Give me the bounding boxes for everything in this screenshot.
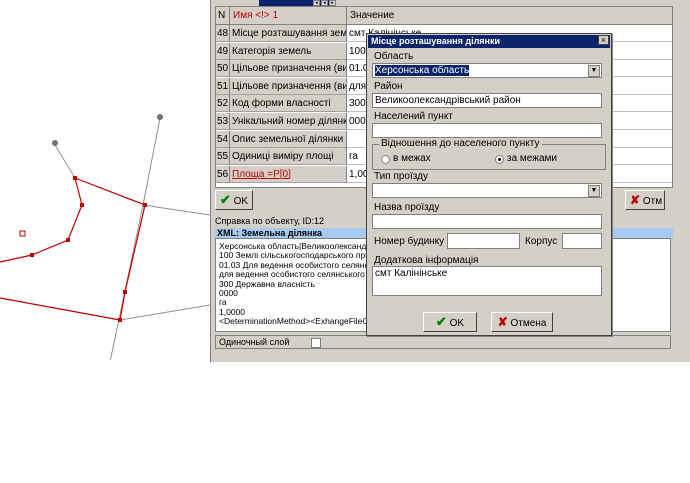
row-name: Категорія земель xyxy=(230,42,347,60)
passage-type-select[interactable]: ▼ xyxy=(372,183,602,198)
check-icon: ✔ xyxy=(219,192,231,207)
radio-inside-label[interactable]: в межах xyxy=(393,153,431,164)
grid-cancel-label: Отм xyxy=(642,196,663,207)
row-name: Площа =P[0] xyxy=(230,165,347,183)
cross-icon: ✘ xyxy=(497,315,508,329)
row-name: Одиниці виміру площі xyxy=(230,148,347,166)
extra-info-field[interactable]: смт Калінінське xyxy=(372,266,602,296)
oblast-value: Херсонська область xyxy=(375,65,470,76)
grid-header-value[interactable]: Значение xyxy=(347,7,672,25)
building-label: Корпус xyxy=(525,236,558,247)
grid-header-name[interactable]: Имя <!> 1 xyxy=(230,7,347,25)
row-name: Унікальний номер ділянк xyxy=(230,113,347,130)
layer-label: Одиночный слой xyxy=(219,337,290,347)
radio-outside-label[interactable]: за межами xyxy=(507,153,557,164)
relation-label: Відношення до населеного пункту xyxy=(379,138,542,149)
parcel-vertex-icon[interactable] xyxy=(19,230,26,237)
oblast-select[interactable]: Херсонська область ▼ xyxy=(372,63,602,78)
oblast-label: Область xyxy=(374,51,414,62)
row-name: Цільове призначення (вик xyxy=(230,60,347,78)
dialog-cancel-label: Отмена xyxy=(510,318,547,329)
dialog-ok-button[interactable]: ✔ OK xyxy=(423,312,477,332)
close-icon[interactable]: × xyxy=(598,35,609,45)
parcel-boundary xyxy=(0,177,146,321)
location-dialog: Місце розташування ділянки × Область Хер… xyxy=(366,33,612,336)
house-number-label: Номер будинку xyxy=(374,236,445,247)
check-icon: ✔ xyxy=(435,314,447,329)
cross-icon: ✘ xyxy=(630,193,641,207)
row-name: Цільове призначення (вик xyxy=(230,77,347,95)
layer-checkbox[interactable] xyxy=(311,338,321,348)
dialog-cancel-button[interactable]: ✘ Отмена xyxy=(491,312,553,332)
road-endpoints xyxy=(52,114,163,146)
row-number: 55 xyxy=(216,148,230,166)
row-number: 56 xyxy=(216,165,230,183)
layer-bar: Одиночный слой xyxy=(215,335,671,349)
extra-info-label: Додаткова інформація xyxy=(374,255,479,266)
radio-outside[interactable] xyxy=(495,155,504,164)
building-field[interactable] xyxy=(562,233,602,249)
dialog-ok-label: OK xyxy=(449,318,465,329)
radio-inside[interactable] xyxy=(381,155,390,164)
row-number: 54 xyxy=(216,130,230,148)
passage-name-label: Назва проїзду xyxy=(374,202,440,213)
row-name: Код форми власності xyxy=(230,95,347,113)
row-name: Місце розташування земе xyxy=(230,25,347,42)
rayon-field[interactable]: Великоолександрівський район xyxy=(372,93,602,108)
row-number: 49 xyxy=(216,42,230,60)
map-canvas[interactable] xyxy=(0,0,210,360)
grid-cancel-button[interactable]: ✘ Отм xyxy=(625,190,665,210)
grid-ok-button[interactable]: ✔ OK xyxy=(215,190,253,210)
house-number-field[interactable] xyxy=(447,233,520,249)
chevron-down-icon[interactable]: ▼ xyxy=(588,65,600,77)
xml-line: <DeterminationMethod><ExhangeFileCoordi xyxy=(219,316,388,327)
settlement-field[interactable] xyxy=(372,123,602,138)
row-number: 48 xyxy=(216,25,230,42)
rayon-label: Район xyxy=(374,81,403,92)
dialog-title: Місце розташування ділянки xyxy=(368,35,610,48)
grid-ok-label: OK xyxy=(233,196,249,207)
settlement-label: Населений пункт xyxy=(374,111,453,122)
row-number: 53 xyxy=(216,113,230,130)
row-name: Опис земельної ділянки xyxy=(230,130,347,148)
passage-name-field[interactable] xyxy=(372,214,602,229)
row-number: 51 xyxy=(216,77,230,95)
passage-type-label: Тип проїзду xyxy=(374,171,428,182)
relation-group: Відношення до населеного пункту в межах … xyxy=(372,138,606,170)
object-info-caption: Справка по объекту, ID:12 xyxy=(215,216,325,226)
chevron-down-icon[interactable]: ▼ xyxy=(588,185,600,197)
row-number: 50 xyxy=(216,60,230,78)
grid-header-n[interactable]: N xyxy=(216,7,230,25)
row-number: 52 xyxy=(216,95,230,113)
road-lines xyxy=(54,117,210,360)
